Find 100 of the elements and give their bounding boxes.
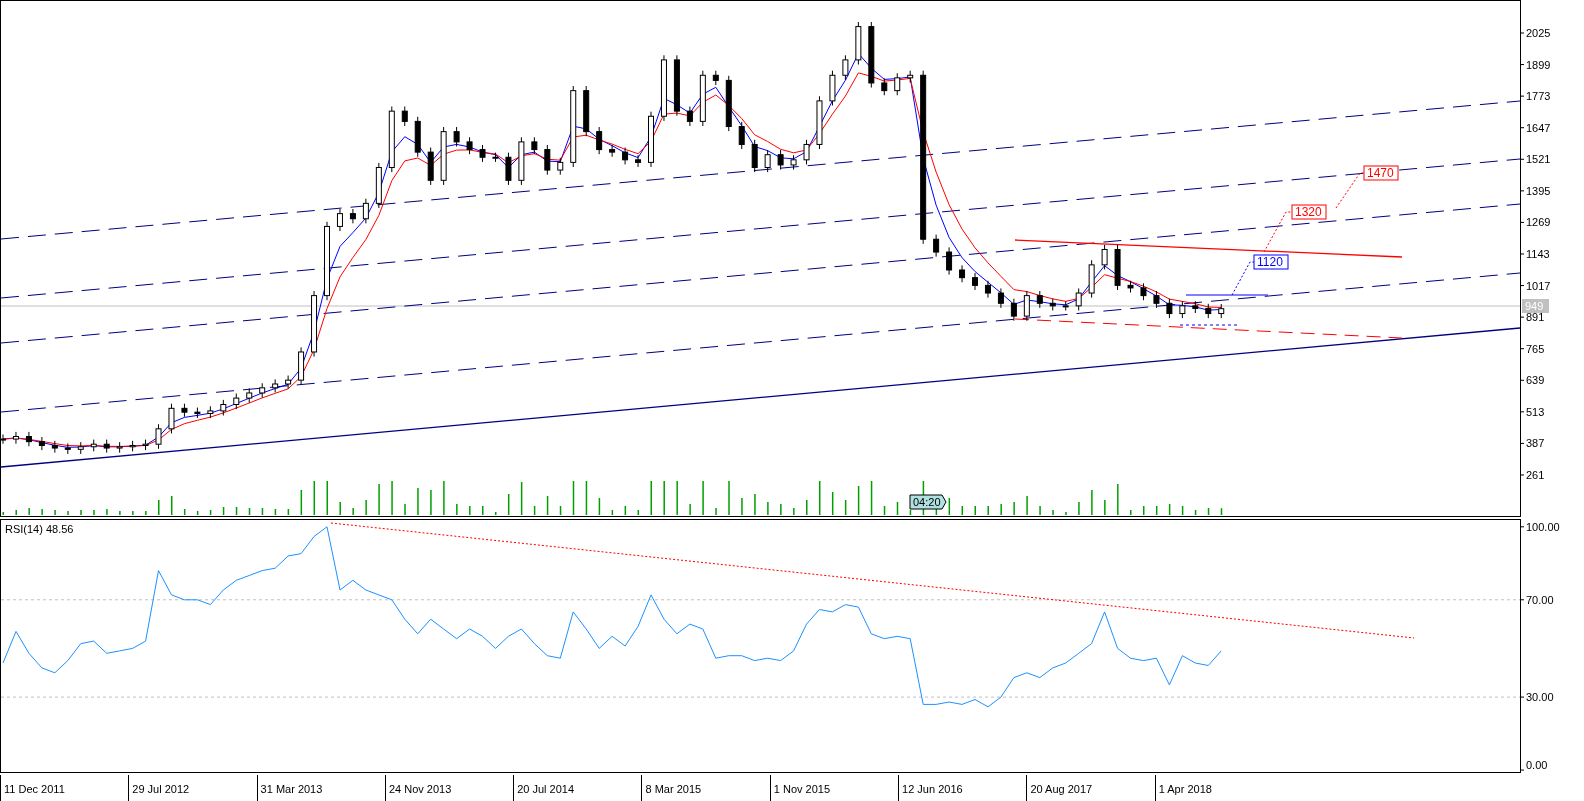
date-label: 11 Dec 2011	[0, 775, 129, 801]
axis-label: 1017	[1526, 279, 1551, 292]
candlestick	[466, 136, 473, 155]
candlestick	[64, 442, 71, 455]
candlestick	[972, 272, 978, 291]
candlestick	[77, 441, 84, 455]
candlestick	[1101, 244, 1108, 270]
candlestick	[51, 440, 58, 454]
candlestick	[440, 126, 447, 186]
candlestick	[505, 152, 512, 186]
candlestick	[233, 392, 240, 410]
candlestick	[1023, 290, 1030, 322]
candlestick	[375, 162, 382, 209]
candlestick	[984, 280, 991, 299]
axis-label: 765	[1526, 342, 1545, 355]
candlestick	[712, 70, 719, 86]
axis-label: 2025	[1526, 27, 1551, 39]
current-price-label: 949	[1522, 299, 1549, 313]
axis-label: 1143	[1526, 248, 1550, 260]
axis-label: 1395	[1526, 184, 1551, 197]
candlestick	[596, 126, 603, 155]
axis-label: 70.00	[1526, 593, 1554, 606]
candlestick	[933, 234, 940, 258]
candlestick	[1192, 300, 1199, 314]
candlestick	[816, 95, 823, 150]
candlestick	[1062, 300, 1069, 311]
candlestick	[881, 77, 888, 96]
candlestick	[557, 157, 564, 176]
indicator-title: RSI(14) 48.56	[5, 523, 74, 535]
candlestick	[427, 147, 434, 186]
candlestick	[1166, 298, 1173, 319]
candlestick	[12, 431, 19, 445]
price-tag: 1470	[1363, 165, 1399, 181]
date-label: 12 Jun 2016	[898, 775, 1027, 801]
candlestick	[181, 403, 188, 418]
candlestick	[764, 149, 771, 173]
date-label: 8 Mar 2015	[641, 775, 770, 801]
candlestick	[1205, 303, 1212, 319]
leader-line	[1335, 172, 1365, 209]
candlestick	[194, 407, 201, 419]
timer-badge: 04:20	[909, 494, 947, 510]
candlestick	[868, 21, 875, 89]
axis-label: 639	[1526, 374, 1545, 387]
candlestick	[1127, 280, 1134, 294]
candlestick	[959, 264, 966, 283]
candlestick	[103, 439, 110, 454]
candlestick	[168, 403, 175, 434]
candlestick	[531, 136, 538, 155]
axis-label: 100.00	[1526, 520, 1560, 533]
candlestick	[622, 147, 629, 165]
axis-label: 1647	[1526, 121, 1551, 134]
candlestick	[25, 431, 32, 447]
leader-line	[1231, 261, 1255, 296]
candlestick	[362, 198, 369, 224]
axis-label: 30.00	[1526, 691, 1554, 704]
candlestick	[259, 382, 266, 399]
candlestick	[401, 106, 408, 127]
candlestick	[1088, 259, 1095, 299]
candlestick	[907, 70, 914, 83]
price-tag: 1320	[1291, 204, 1327, 220]
candlestick	[38, 436, 45, 451]
candlestick	[298, 346, 305, 386]
candlestick	[220, 399, 227, 416]
candlestick	[285, 375, 292, 390]
candlestick	[116, 441, 123, 454]
candlestick	[142, 439, 149, 451]
date-label: 20 Aug 2017	[1026, 775, 1155, 801]
candlestick	[842, 54, 849, 81]
axis-label: 1899	[1526, 58, 1551, 71]
candlestick	[777, 149, 784, 171]
axis-label: 891	[1526, 311, 1545, 324]
date-label: 20 Jul 2014	[513, 775, 642, 801]
candlestick	[1075, 287, 1082, 311]
axis-label: 1521	[1526, 153, 1551, 166]
candlestick	[1179, 300, 1186, 319]
candlestick	[90, 439, 97, 452]
candlestick	[349, 208, 356, 224]
price-tag: 1120	[1253, 254, 1289, 270]
date-label: 31 Mar 2013	[256, 775, 385, 801]
candlestick	[544, 144, 551, 176]
candlestick	[311, 290, 318, 358]
candlestick	[1153, 290, 1160, 309]
axis-label: 0.00	[1526, 759, 1548, 771]
candlestick	[129, 440, 136, 452]
candlestick	[609, 144, 616, 158]
candlestick	[725, 75, 732, 132]
date-label: 1 Nov 2015	[769, 775, 899, 801]
candlestick	[479, 144, 486, 163]
candlestick	[946, 246, 953, 276]
candlestick	[388, 106, 395, 173]
candlestick	[155, 423, 162, 450]
axis-label: 513	[1526, 405, 1545, 418]
axis-label: 1269	[1526, 216, 1551, 229]
candlestick	[1010, 298, 1017, 322]
date-label: 29 Jul 2012	[128, 775, 257, 801]
candlestick	[699, 70, 706, 127]
candlestick	[518, 136, 525, 186]
candlestick	[829, 70, 836, 106]
candlestick	[1114, 244, 1121, 291]
candlestick	[997, 287, 1004, 309]
